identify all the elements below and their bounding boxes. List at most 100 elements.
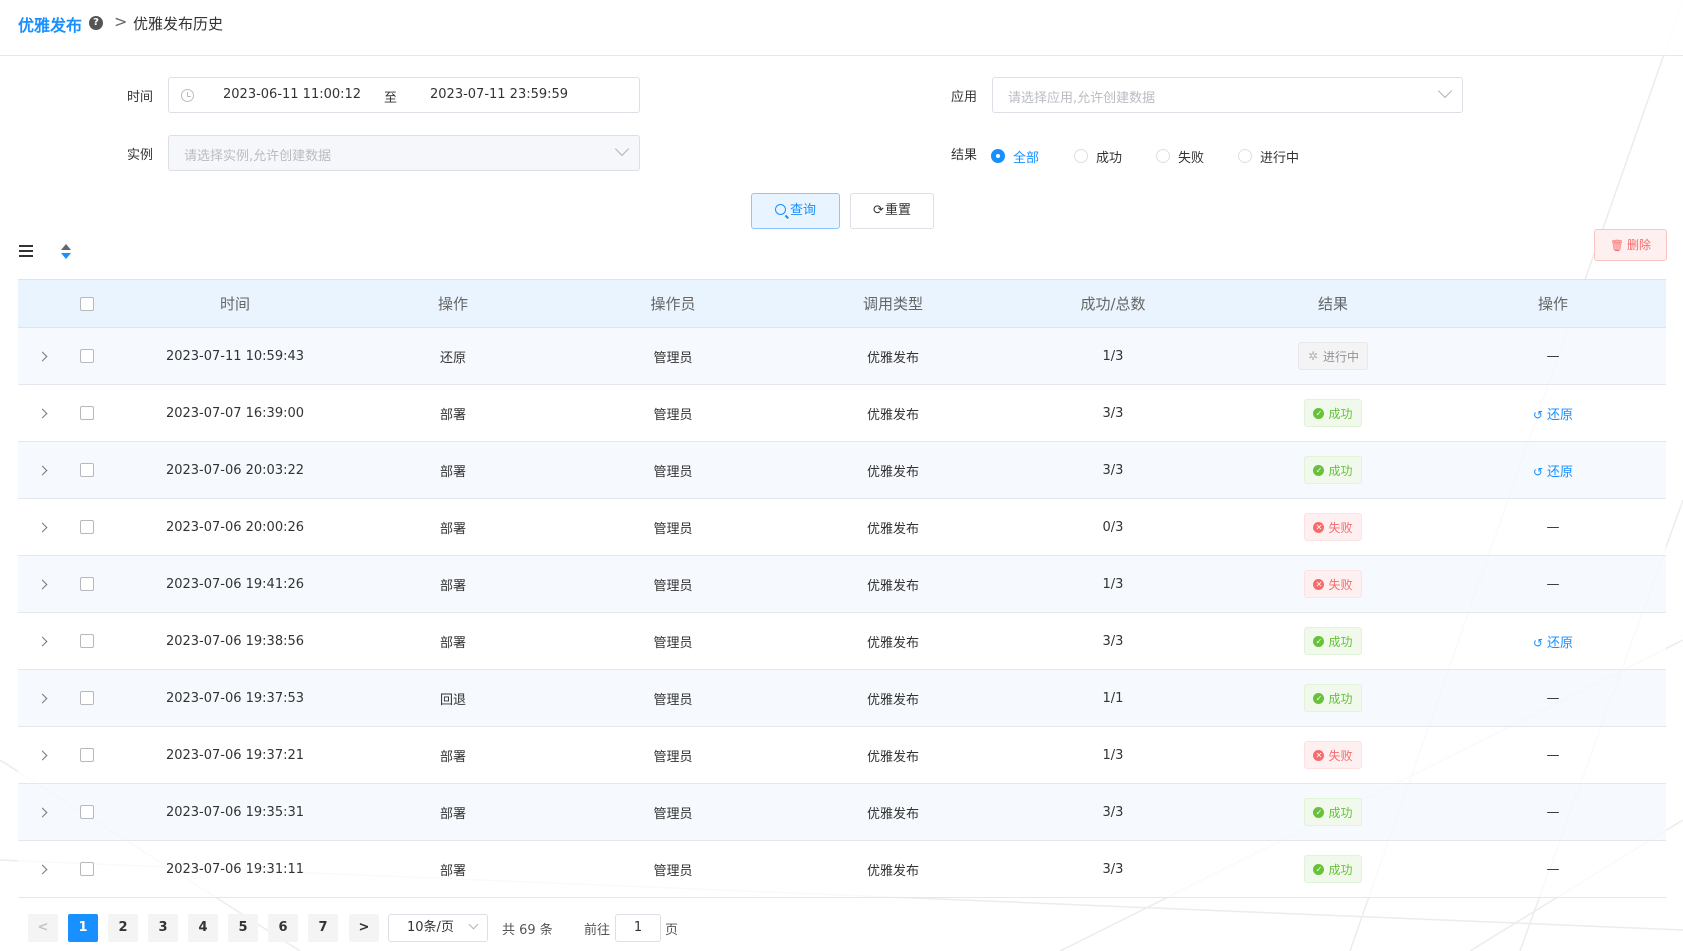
- page-size-select[interactable]: 10条/页: [388, 914, 488, 942]
- restore-label: 还原: [1547, 407, 1574, 423]
- header-success-total: 成功/总数: [1080, 295, 1146, 313]
- row-select-cell[interactable]: [76, 841, 98, 897]
- expand-cell[interactable]: [18, 784, 66, 840]
- end-time-value[interactable]: 2023-07-11 23:59:59: [430, 87, 568, 102]
- undo-icon: ↺: [1532, 464, 1544, 479]
- row-select-cell[interactable]: [76, 556, 98, 612]
- chevron-right-icon[interactable]: [37, 750, 47, 760]
- row-checkbox[interactable]: [80, 862, 94, 876]
- chevron-down-icon: [1437, 83, 1453, 99]
- check-circle-icon: ✓: [1313, 806, 1325, 818]
- expand-cell[interactable]: [18, 556, 66, 612]
- goto-page-input[interactable]: 1: [615, 914, 661, 942]
- query-label: 查询: [789, 203, 816, 218]
- radio-dot[interactable]: [1238, 149, 1252, 163]
- row-checkbox[interactable]: [80, 805, 94, 819]
- next-page-button[interactable]: >: [349, 914, 379, 942]
- page-number-button[interactable]: 6: [268, 914, 298, 942]
- row-select-cell[interactable]: [76, 499, 98, 555]
- chevron-right-icon[interactable]: [37, 351, 47, 361]
- instance-select[interactable]: 请选择实例,允许创建数据: [168, 135, 640, 171]
- query-button[interactable]: 查询: [751, 193, 840, 229]
- page-number-button[interactable]: 4: [188, 914, 218, 942]
- expand-cell[interactable]: [18, 442, 66, 498]
- cell-operator: 管理员: [653, 464, 693, 480]
- expand-cell[interactable]: [18, 385, 66, 441]
- cell-time: 2023-07-07 16:39:00: [165, 405, 305, 421]
- row-select-cell[interactable]: [76, 442, 98, 498]
- restore-link[interactable]: ↺ 还原: [1533, 632, 1573, 651]
- select-all-cell[interactable]: [76, 280, 98, 327]
- cell-time: 2023-07-06 19:41:26: [165, 576, 305, 592]
- help-icon[interactable]: ?: [89, 16, 103, 30]
- chevron-right-icon[interactable]: [37, 408, 47, 418]
- cell-time: 2023-07-06 19:38:56: [165, 633, 305, 649]
- row-checkbox[interactable]: [80, 691, 94, 705]
- chevron-right-icon[interactable]: [37, 636, 47, 646]
- expand-cell[interactable]: [18, 727, 66, 783]
- row-checkbox[interactable]: [80, 577, 94, 591]
- radio-label: 成功: [1096, 151, 1123, 166]
- expand-cell[interactable]: [18, 841, 66, 897]
- row-select-cell[interactable]: [76, 613, 98, 669]
- chevron-right-icon[interactable]: [37, 807, 47, 817]
- chevron-right-icon[interactable]: [37, 522, 47, 532]
- row-checkbox[interactable]: [80, 634, 94, 648]
- header-action: 操作: [1537, 295, 1568, 313]
- chevron-right-icon[interactable]: [37, 465, 47, 475]
- table-row: 2023-07-06 20:03:22 部署 管理员 优雅发布 3/3 ✓ 成功 ↺ 还原: [18, 442, 1666, 499]
- time-range-picker[interactable]: 2023-06-11 11:00:12 至 2023-07-11 23:59:5…: [168, 77, 640, 113]
- header-operation: 操作: [437, 295, 468, 313]
- expand-cell[interactable]: [18, 613, 66, 669]
- expand-cell[interactable]: [18, 328, 66, 384]
- select-all-checkbox[interactable]: [80, 296, 94, 311]
- goto-suffix: 页: [665, 923, 679, 938]
- close-circle-icon: ✕: [1313, 521, 1325, 533]
- row-checkbox[interactable]: [80, 349, 94, 363]
- restore-link[interactable]: ↺ 还原: [1533, 461, 1573, 480]
- reset-button[interactable]: ⟳重置: [850, 193, 934, 229]
- row-checkbox[interactable]: [80, 520, 94, 534]
- sort-icon[interactable]: [60, 244, 72, 260]
- start-time-value[interactable]: 2023-06-11 11:00:12: [223, 87, 361, 102]
- status-badge: ✲ 进行中: [1297, 342, 1368, 370]
- page-number-button[interactable]: 1: [68, 914, 98, 942]
- cell-operation: 部署: [439, 749, 466, 765]
- page-number-button[interactable]: 2: [108, 914, 138, 942]
- row-select-cell[interactable]: [76, 385, 98, 441]
- prev-page-button[interactable]: <: [28, 914, 58, 942]
- row-checkbox[interactable]: [80, 748, 94, 762]
- page-number-button[interactable]: 3: [148, 914, 178, 942]
- app-select[interactable]: 请选择应用,允许创建数据: [992, 77, 1463, 113]
- cell-success-total: 1/3: [1102, 747, 1124, 763]
- row-select-cell[interactable]: [76, 727, 98, 783]
- chevron-right-icon[interactable]: [37, 579, 47, 589]
- row-checkbox[interactable]: [80, 406, 94, 420]
- header-time[interactable]: 时间: [130, 280, 340, 327]
- expand-cell[interactable]: [18, 670, 66, 726]
- status-text: 失败: [1328, 577, 1353, 592]
- chevron-right-icon[interactable]: [37, 693, 47, 703]
- radio-dot[interactable]: [1156, 149, 1170, 163]
- chevron-right-icon[interactable]: [37, 864, 47, 874]
- undo-icon: ↺: [1532, 635, 1544, 650]
- radio-dot[interactable]: [1074, 149, 1088, 163]
- page-number-button[interactable]: 7: [308, 914, 338, 942]
- page-number-button[interactable]: 5: [228, 914, 258, 942]
- expand-cell[interactable]: [18, 499, 66, 555]
- status-text: 成功: [1328, 406, 1353, 421]
- cell-call-type: 优雅发布: [866, 863, 919, 879]
- column-settings-icon[interactable]: [19, 245, 33, 257]
- row-select-cell[interactable]: [76, 784, 98, 840]
- delete-button[interactable]: 🗑 删除: [1594, 229, 1667, 261]
- row-checkbox[interactable]: [80, 463, 94, 477]
- restore-link[interactable]: ↺ 还原: [1533, 404, 1573, 423]
- header-operator: 操作员: [650, 295, 696, 313]
- breadcrumb-root[interactable]: 优雅发布: [18, 12, 82, 36]
- check-circle-icon: ✓: [1313, 635, 1325, 647]
- row-select-cell[interactable]: [76, 670, 98, 726]
- clock-icon: [181, 89, 194, 102]
- row-select-cell[interactable]: [76, 328, 98, 384]
- radio-dot[interactable]: [991, 149, 1005, 163]
- cell-time: 2023-07-06 19:31:11: [165, 861, 305, 877]
